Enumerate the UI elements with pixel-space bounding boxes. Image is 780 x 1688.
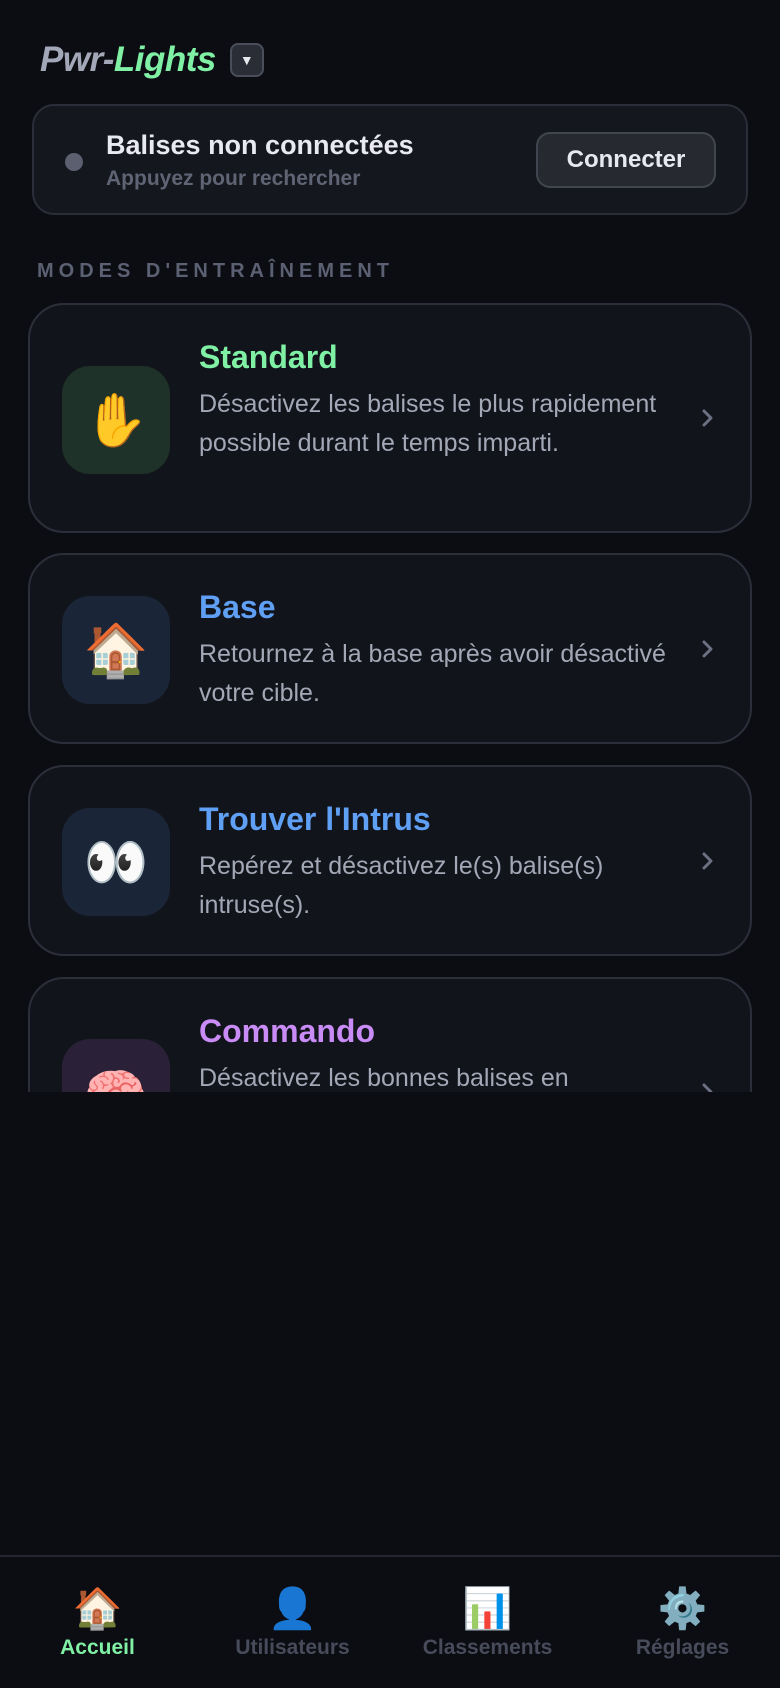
bottom-tab-bar: 🏠 Accueil 👤 Utilisateurs 📊 Classements ⚙…	[0, 1555, 780, 1688]
mode-description: Désactivez les bonnes balises en	[199, 1064, 569, 1092]
gear-icon: ⚙️	[657, 1587, 708, 1631]
mode-title: Standard	[199, 339, 338, 375]
mode-description: Retournez à la base après avoir désactiv…	[199, 640, 666, 707]
bar-chart-icon: 📊	[462, 1587, 513, 1631]
mode-description: Repérez et désactivez le(s) balise(s) in…	[199, 852, 604, 919]
dropdown-toggle-button[interactable]: ▼	[229, 43, 264, 77]
logo-part-lights: Lights	[113, 40, 216, 79]
logo-part-pwr: Pwr-	[40, 40, 114, 79]
mode-title: Base	[199, 589, 276, 625]
mode-title: Commando	[199, 1013, 375, 1049]
mode-description: Désactivez les balises le plus rapidemen…	[199, 390, 657, 457]
house-icon: 🏠	[62, 596, 170, 704]
mode-title: Trouver l'Intrus	[199, 801, 431, 837]
app-logo: Pwr-Lights	[40, 40, 216, 80]
mode-card-trouver-intrus[interactable]: 👀 Trouver l'Intrus Repérez et désactivez…	[28, 765, 752, 956]
tab-utilisateurs[interactable]: 👤 Utilisateurs	[195, 1557, 390, 1688]
section-title-training-modes: MODES D'ENTRAÎNEMENT	[37, 260, 394, 282]
chevron-right-icon	[699, 409, 717, 427]
tab-label: Classements	[422, 1636, 553, 1659]
connection-status-dot	[65, 153, 83, 171]
tab-accueil[interactable]: 🏠 Accueil	[0, 1557, 195, 1688]
tab-classements[interactable]: 📊 Classements	[390, 1557, 585, 1688]
tab-label: Utilisateurs	[235, 1636, 350, 1659]
connection-status-card[interactable]: Balises non connectées Appuyez pour rech…	[32, 104, 748, 215]
caret-down-icon: ▼	[239, 52, 254, 68]
mode-card-standard[interactable]: ✋ Standard Désactivez les balises le plu…	[28, 303, 752, 533]
modes-list[interactable]: ✋ Standard Désactivez les balises le plu…	[0, 300, 780, 1092]
eyes-icon: 👀	[62, 808, 170, 916]
mode-card-commando[interactable]: 🧠 Commando Désactivez les bonnes balises…	[28, 977, 752, 1092]
app-header: Pwr-Lights ▼	[40, 40, 264, 80]
connection-status-subtitle: Appuyez pour rechercher	[106, 167, 361, 190]
brain-icon: 🧠	[62, 1039, 170, 1092]
mode-card-base[interactable]: 🏠 Base Retournez à la base après avoir d…	[28, 553, 752, 744]
tab-label: Réglages	[635, 1636, 730, 1659]
connection-status-title: Balises non connectées	[106, 130, 414, 160]
connect-button[interactable]: Connecter	[536, 132, 716, 188]
home-icon: 🏠	[72, 1587, 123, 1631]
chevron-right-icon	[699, 852, 717, 870]
raised-hand-icon: ✋	[62, 366, 170, 474]
chevron-right-icon	[699, 640, 717, 658]
chevron-right-icon	[699, 1083, 717, 1092]
tab-label: Accueil	[60, 1636, 135, 1659]
user-icon: 👤	[267, 1587, 318, 1631]
tab-reglages[interactable]: ⚙️ Réglages	[585, 1557, 780, 1688]
